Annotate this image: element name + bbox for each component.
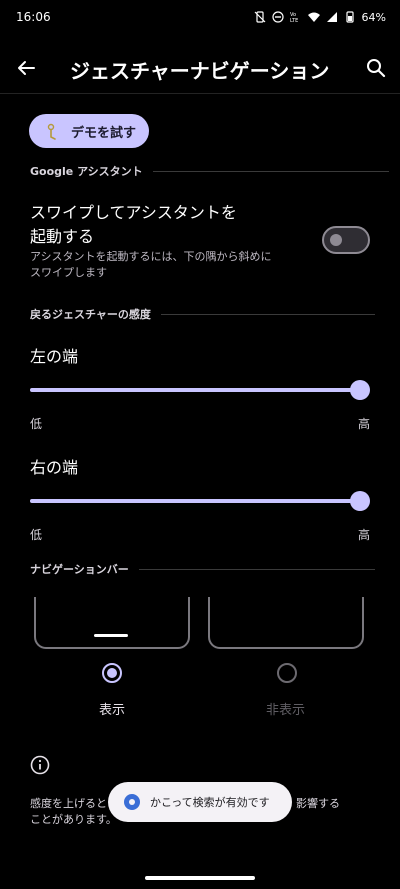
app-bar: ジェスチャーナビゲーション xyxy=(0,44,400,94)
gesture-handle[interactable] xyxy=(145,876,255,880)
section-title: ナビゲーションバー xyxy=(30,563,129,576)
navbar-hide-radio[interactable] xyxy=(277,663,297,683)
navbar-show-label: 表示 xyxy=(99,703,126,718)
assistant-swipe-title[interactable]: スワイプしてアシスタントを 起動する xyxy=(30,201,237,249)
slider-thumb[interactable] xyxy=(350,380,370,400)
info-icon xyxy=(30,755,50,775)
dnd-icon xyxy=(271,11,284,23)
navbar-hide-label: 非表示 xyxy=(266,703,306,718)
info-text-start: 感度を上げると xyxy=(30,797,107,810)
right-edge-slider[interactable] xyxy=(30,491,370,511)
back-arrow-icon[interactable] xyxy=(14,56,38,80)
signal-icon xyxy=(326,12,337,22)
right-low-label: 低 xyxy=(30,528,43,542)
section-back-sensitivity: 戻るジェスチャーの感度 xyxy=(30,306,375,322)
left-high-label: 高 xyxy=(357,417,370,431)
assistant-swipe-toggle[interactable] xyxy=(322,226,370,254)
slider-thumb[interactable] xyxy=(350,491,370,511)
status-icons: Vo LTE 64% xyxy=(254,11,386,24)
section-google-assistant: Google アシスタント xyxy=(30,163,389,179)
right-high-label: 高 xyxy=(357,528,370,542)
assistant-swipe-title-line1: スワイプしてアシスタントを xyxy=(30,203,237,222)
assistant-swipe-subtitle-line1: アシスタントを起動するには、下の隅から斜めに xyxy=(30,250,272,263)
status-bar: 16:06 Vo LTE 64% xyxy=(0,0,400,34)
search-icon[interactable] xyxy=(364,56,388,80)
battery-icon xyxy=(345,11,354,23)
navbar-show-preview[interactable] xyxy=(34,597,190,649)
wifi-icon xyxy=(307,12,320,22)
assistant-swipe-subtitle-line2: スワイプします xyxy=(30,266,107,279)
right-edge-label: 右の端 xyxy=(30,458,79,477)
page-title: ジェスチャーナビゲーション xyxy=(70,59,330,83)
toast-circle-to-search: かこって検索が有効です xyxy=(108,782,292,822)
assistant-swipe-title-line2: 起動する xyxy=(30,227,95,246)
left-edge-range: 低 高 xyxy=(30,415,370,432)
section-divider xyxy=(138,568,375,570)
volte-icon: VoLTE xyxy=(290,12,298,23)
left-low-label: 低 xyxy=(30,417,43,431)
section-title: 戻るジェスチャーの感度 xyxy=(30,308,151,321)
assistant-swipe-subtitle: アシスタントを起動するには、下の隅から斜めに スワイプします xyxy=(30,249,272,281)
battery-percent: 64% xyxy=(361,10,386,24)
svg-text:LTE: LTE xyxy=(290,18,298,23)
section-title: Google アシスタント xyxy=(30,165,143,178)
section-navigation-bar: ナビゲーションバー xyxy=(30,561,375,577)
info-text-end: 影響する xyxy=(296,797,340,810)
status-time: 16:06 xyxy=(16,10,51,24)
navbar-handle-preview xyxy=(94,634,128,637)
navbar-hide-preview[interactable] xyxy=(208,597,364,649)
left-edge-label: 左の端 xyxy=(30,347,79,366)
vibrate-off-icon xyxy=(254,11,265,23)
touch-gesture-icon xyxy=(47,123,56,140)
toast-text: かこって検索が有効です xyxy=(150,796,270,809)
app-bar-divider xyxy=(0,93,400,94)
try-demo-label: デモを試す xyxy=(71,125,137,141)
radio-dot xyxy=(107,668,117,678)
section-divider xyxy=(160,313,375,315)
left-edge-slider[interactable] xyxy=(30,380,370,400)
try-demo-button[interactable]: デモを試す xyxy=(29,114,149,148)
section-divider xyxy=(152,170,389,172)
google-lens-icon xyxy=(124,794,140,810)
toggle-knob xyxy=(330,234,342,246)
right-edge-range: 低 高 xyxy=(30,526,370,543)
slider-track xyxy=(30,499,360,503)
navbar-show-radio[interactable] xyxy=(102,663,122,683)
slider-track xyxy=(30,388,360,392)
